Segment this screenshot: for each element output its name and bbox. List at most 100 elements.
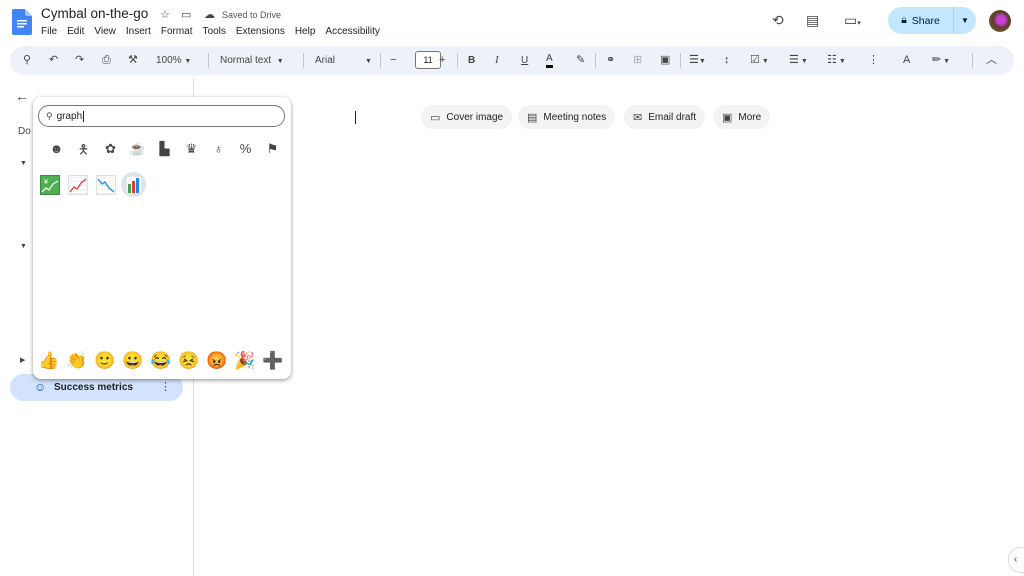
travel-icon[interactable]: ▙ (151, 141, 178, 163)
docs-logo-icon[interactable] (12, 9, 32, 35)
divider (457, 53, 458, 68)
menu-format[interactable]: Format (161, 26, 193, 37)
food-icon[interactable]: ☕ (124, 141, 151, 163)
document-title[interactable]: Cymbal on-the-go (41, 6, 148, 21)
building-blocks-icon: ▣ (722, 111, 733, 124)
person-icon[interactable]: 🯅 (70, 141, 97, 163)
sidebar-heading: Do (18, 126, 31, 137)
add-comment-icon[interactable]: ⊞ (633, 53, 642, 68)
paragraph-style-select[interactable]: Normal text ▼ (220, 53, 284, 69)
emoji-chart-increasing[interactable] (65, 172, 90, 197)
symbols-icon[interactable]: % (232, 141, 259, 163)
lock-icon: 🔒︎ (901, 14, 907, 26)
clapping-emoji[interactable]: 👏 (65, 351, 89, 371)
decrease-font-size-icon[interactable]: − (390, 53, 396, 68)
star-icon[interactable]: ☆ (160, 8, 170, 21)
font-size-input[interactable]: 11 (415, 51, 441, 69)
divider (380, 53, 381, 68)
divider (208, 53, 209, 68)
share-dropdown-button[interactable]: ▼ (954, 16, 976, 25)
menu-view[interactable]: View (94, 26, 116, 37)
party-popper-emoji[interactable]: 🎉 (233, 351, 257, 371)
menu-file[interactable]: File (41, 26, 57, 37)
menu-bar: File Edit View Insert Format Tools Exten… (41, 26, 390, 37)
underline-button[interactable]: U (521, 53, 528, 68)
top-bar: Cymbal on-the-go ☆ ▭ ☁ Saved to Drive Fi… (0, 0, 1024, 44)
back-arrow-icon[interactable]: ← (15, 88, 29, 104)
redo-icon[interactable]: ↷ (75, 53, 84, 68)
flag-icon[interactable]: ⚑ (259, 141, 286, 163)
editing-mode-icon[interactable]: ✏ ▼ (932, 53, 950, 69)
tab-label: Success metrics (54, 382, 133, 393)
account-avatar[interactable] (989, 10, 1011, 32)
highlight-color-icon[interactable]: ✎ (576, 53, 585, 68)
undo-icon[interactable]: ↶ (49, 53, 58, 68)
menu-tools[interactable]: Tools (203, 26, 226, 37)
chip-label: Email draft (648, 111, 697, 123)
chip-meeting-notes[interactable]: ▤ Meeting notes (518, 105, 616, 129)
tab-options-icon[interactable]: ⋮ (160, 380, 171, 393)
quick-reactions: 👍 👏 🙂 😀 😂 😣 😡 🎉 ➕ (37, 351, 285, 371)
menu-help[interactable]: Help (295, 26, 316, 37)
grinning-emoji[interactable]: 😀 (121, 351, 145, 371)
paint-format-icon[interactable]: ⚒ (128, 53, 138, 68)
increase-font-size-icon[interactable]: + (439, 53, 445, 68)
image-icon: ▭ (430, 111, 441, 124)
menu-insert[interactable]: Insert (126, 26, 151, 37)
animal-icon[interactable]: ✿ (97, 141, 124, 163)
zoom-select[interactable]: 100% ▼ (156, 53, 191, 69)
thumbs-up-emoji[interactable]: 👍 (37, 351, 61, 371)
divider (972, 53, 973, 68)
version-history-icon[interactable]: ⟲ (772, 12, 784, 29)
cloud-saved-icon[interactable]: ☁ (204, 8, 215, 21)
share-button[interactable]: 🔒︎ Share (888, 7, 954, 34)
menu-edit[interactable]: Edit (67, 26, 84, 37)
spellcheck-icon[interactable]: A (903, 53, 910, 68)
more-emoji-plus-icon[interactable]: ➕ (261, 351, 285, 371)
move-folder-icon[interactable]: ▭ (181, 8, 191, 21)
print-icon[interactable]: ⎙ (102, 53, 111, 68)
emoji-smile-icon[interactable]: ☺ (34, 380, 46, 394)
align-icon[interactable]: ☰▼ (689, 53, 706, 69)
text-cursor (355, 111, 356, 124)
trophy-icon[interactable]: ♛ (178, 141, 205, 163)
numbered-list-icon[interactable]: ☷ ▼ (827, 53, 846, 69)
emoji-categories: ☻ 🯅 ✿ ☕ ▙ ♛ ♁ % ⚑ (43, 141, 286, 163)
comments-icon[interactable]: ▤ (806, 12, 819, 29)
text-color-button[interactable]: A (546, 53, 553, 68)
collapse-caret-icon[interactable]: ▶ (20, 356, 25, 364)
angry-emoji[interactable]: 😡 (205, 351, 229, 371)
side-panel-toggle[interactable]: ‹ (1008, 547, 1024, 573)
hide-menus-icon[interactable]: ︿ (986, 53, 997, 68)
expand-caret-icon[interactable]: ▼ (20, 243, 27, 250)
more-options-icon[interactable]: ⋮ (868, 53, 879, 68)
share-label: Share (911, 14, 940, 27)
emoji-bar-chart-selected[interactable] (121, 172, 146, 197)
persevering-emoji[interactable]: 😣 (177, 351, 201, 371)
insert-image-icon[interactable]: ▣ (660, 53, 670, 68)
chip-email-draft[interactable]: ✉ Email draft (624, 105, 706, 129)
line-spacing-icon[interactable]: ↕ (724, 53, 730, 68)
emoji-search-input[interactable]: ⚲ graph (38, 105, 285, 127)
checklist-icon[interactable]: ☑ ▼ (750, 53, 769, 69)
bold-button[interactable]: B (468, 53, 475, 68)
expand-caret-icon[interactable]: ▼ (20, 160, 27, 167)
chip-cover-image[interactable]: ▭ Cover image (421, 105, 513, 129)
font-select[interactable]: Arial ▼ (315, 53, 372, 69)
tears-of-joy-emoji[interactable]: 😂 (149, 351, 173, 371)
insert-link-icon[interactable]: ⚭ (606, 53, 615, 68)
slight-smile-emoji[interactable]: 🙂 (93, 351, 117, 371)
smiley-icon[interactable]: ☻ (43, 141, 70, 163)
bulb-icon[interactable]: ♁ (205, 141, 232, 163)
meet-camera-icon[interactable]: ▭▾ (844, 12, 861, 29)
chip-more[interactable]: ▣ More (713, 105, 771, 129)
email-icon: ✉ (633, 111, 643, 124)
bulleted-list-icon[interactable]: ☰ ▼ (789, 53, 808, 69)
menu-extensions[interactable]: Extensions (236, 26, 285, 37)
chip-label: More (738, 111, 762, 123)
emoji-chart-decreasing[interactable] (93, 172, 118, 197)
search-menus-icon[interactable]: ⚲ (23, 53, 31, 68)
emoji-chart-increasing-yen[interactable]: ¥ (37, 172, 62, 197)
menu-accessibility[interactable]: Accessibility (325, 26, 379, 37)
italic-button[interactable]: I (495, 53, 499, 68)
